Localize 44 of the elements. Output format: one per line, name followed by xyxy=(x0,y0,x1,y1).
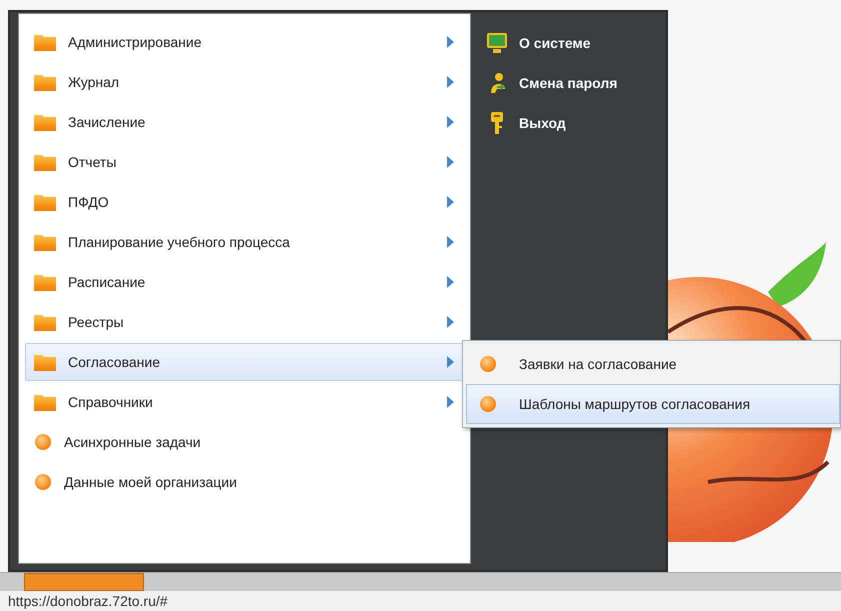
folder-icon xyxy=(34,193,56,211)
menu-item[interactable]: Администрирование xyxy=(25,23,465,61)
submenu-item[interactable]: Шаблоны маршрутов согласования xyxy=(466,384,840,424)
menu-item[interactable]: Зачисление xyxy=(25,103,465,141)
menu-item[interactable]: Отчеты xyxy=(25,143,465,181)
system-menu-item[interactable]: Смена пароля xyxy=(485,67,666,99)
menu-item[interactable]: ПФДО xyxy=(25,183,465,221)
system-menu-item[interactable]: О системе xyxy=(485,27,666,59)
arrow-icon xyxy=(447,36,454,48)
monitor-icon xyxy=(485,31,509,55)
status-url: https://donobraz.72to.ru/# xyxy=(0,590,841,611)
menu-item[interactable]: Справочники xyxy=(25,383,465,421)
folder-icon xyxy=(34,393,56,411)
menu-item[interactable]: Журнал xyxy=(25,63,465,101)
submenu-item[interactable]: Заявки на согласование xyxy=(466,344,840,384)
arrow-icon xyxy=(447,316,454,328)
folder-icon xyxy=(34,353,56,371)
menu-item[interactable]: Реестры xyxy=(25,303,465,341)
arrow-icon xyxy=(447,76,454,88)
menu-item[interactable]: Данные моей организации xyxy=(25,463,465,501)
arrow-icon xyxy=(447,156,454,168)
folder-icon xyxy=(34,73,56,91)
menu-item[interactable]: Планирование учебного процесса xyxy=(25,223,465,261)
folder-icon xyxy=(34,113,56,131)
arrow-icon xyxy=(447,236,454,248)
folder-icon xyxy=(34,313,56,331)
dot-icon xyxy=(34,433,52,451)
taskbar-button[interactable] xyxy=(24,573,144,591)
dot-icon xyxy=(479,355,497,373)
folder-icon xyxy=(34,33,56,51)
folder-icon xyxy=(34,273,56,291)
dot-icon xyxy=(479,395,497,413)
arrow-icon xyxy=(447,356,454,368)
folder-icon xyxy=(34,233,56,251)
dot-icon xyxy=(34,473,52,491)
arrow-icon xyxy=(447,276,454,288)
menu-item[interactable]: Согласование xyxy=(25,343,465,381)
menu-item[interactable]: Асинхронные задачи xyxy=(25,423,465,461)
menu-item[interactable]: Расписание xyxy=(25,263,465,301)
arrow-icon xyxy=(447,196,454,208)
arrow-icon xyxy=(447,116,454,128)
arrow-icon xyxy=(447,396,454,408)
system-menu-item[interactable]: Выход xyxy=(485,107,666,139)
folder-icon xyxy=(34,153,56,171)
